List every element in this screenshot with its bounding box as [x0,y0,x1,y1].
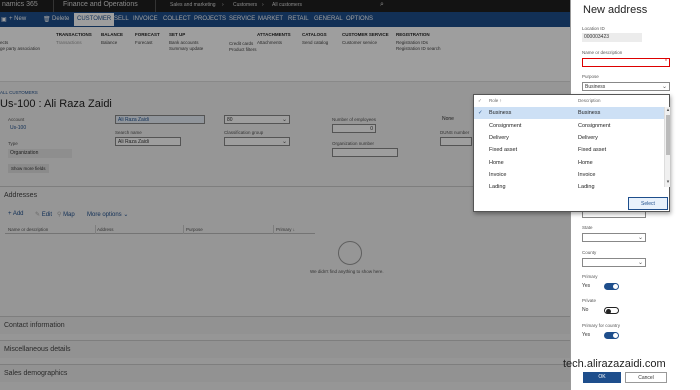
chevron-down-icon: ⌄ [637,235,643,241]
dropdown-header: ✓ Role ↑ Description [474,95,670,107]
role-cell: Invoice [489,172,507,178]
state-select[interactable]: ⌄ [582,233,646,242]
private-label: Private [582,298,597,303]
location-id-field: 000003423 [582,33,642,42]
check-icon[interactable]: ✓ [478,98,482,104]
role-cell: Lading [489,184,506,190]
scroll-up-icon[interactable]: ▴ [665,107,671,113]
dropdown-row-fixed-asset[interactable]: Fixed asset Fixed asset [474,144,664,156]
role-cell: Delivery [489,135,509,141]
purpose-dropdown: ✓ Role ↑ Description ✓ Business Business… [473,94,670,212]
chevron-down-icon: ⌄ [637,260,643,266]
cancel-button[interactable]: Cancel [625,372,667,383]
primary-label: Primary [582,274,598,279]
primary-for-country-label: Primary for country [582,323,621,328]
dropdown-row-business[interactable]: ✓ Business Business [474,107,664,119]
col-role[interactable]: Role ↑ [489,98,502,103]
scroll-down-icon[interactable]: ▾ [665,179,671,185]
dropdown-scrollbar[interactable]: ▴ ▾ [664,107,670,187]
purpose-label: Purpose [582,74,599,79]
description-cell: Consignment [578,123,611,129]
name-description-input[interactable]: * [582,58,670,67]
chevron-down-icon: ⌄ [661,84,667,90]
role-cell: Consignment [489,123,522,129]
private-value: No [582,307,589,313]
description-cell: Delivery [578,135,598,141]
county-select[interactable]: ⌄ [582,258,646,267]
description-cell: Fixed asset [578,147,607,153]
description-cell: Lading [578,184,595,190]
dropdown-row-lading[interactable]: Lading Lading [474,181,664,193]
scrollbar-thumb[interactable] [666,115,670,155]
private-toggle[interactable] [604,307,619,314]
description-cell: Business [578,110,601,116]
dropdown-row-delivery[interactable]: Delivery Delivery [474,132,664,144]
select-button[interactable]: Select [628,197,668,210]
ok-button[interactable]: OK [583,372,621,383]
dropdown-row-invoice[interactable]: Invoice Invoice [474,169,664,181]
role-cell: Home [489,160,504,166]
role-cell: Fixed asset [489,147,518,153]
watermark: tech.alirazazaidi.com [563,358,666,370]
name-description-label: Name or description [582,50,623,55]
role-cell: Business [489,110,512,116]
panel-title: New address [583,4,648,16]
county-label: County [582,250,597,255]
primary-for-country-toggle[interactable] [604,332,619,339]
toggle-knob [613,284,618,289]
required-icon: * [665,59,667,65]
location-id-label: Location ID [582,26,605,31]
dropdown-row-home[interactable]: Home Home [474,157,664,169]
toggle-knob [606,308,611,314]
toggle-knob [613,333,618,338]
purpose-value: Business [585,84,606,90]
description-cell: Invoice [578,172,596,178]
purpose-select[interactable]: Business ⌄ [582,82,670,91]
primary-for-country-value: Yes [582,332,591,338]
col-description[interactable]: Description [578,98,601,103]
dropdown-row-consignment[interactable]: Consignment Consignment [474,120,664,132]
primary-value: Yes [582,283,591,289]
state-label: State [582,225,593,230]
check-icon: ✓ [478,110,483,116]
primary-toggle[interactable] [604,283,619,290]
description-cell: Home [578,160,593,166]
